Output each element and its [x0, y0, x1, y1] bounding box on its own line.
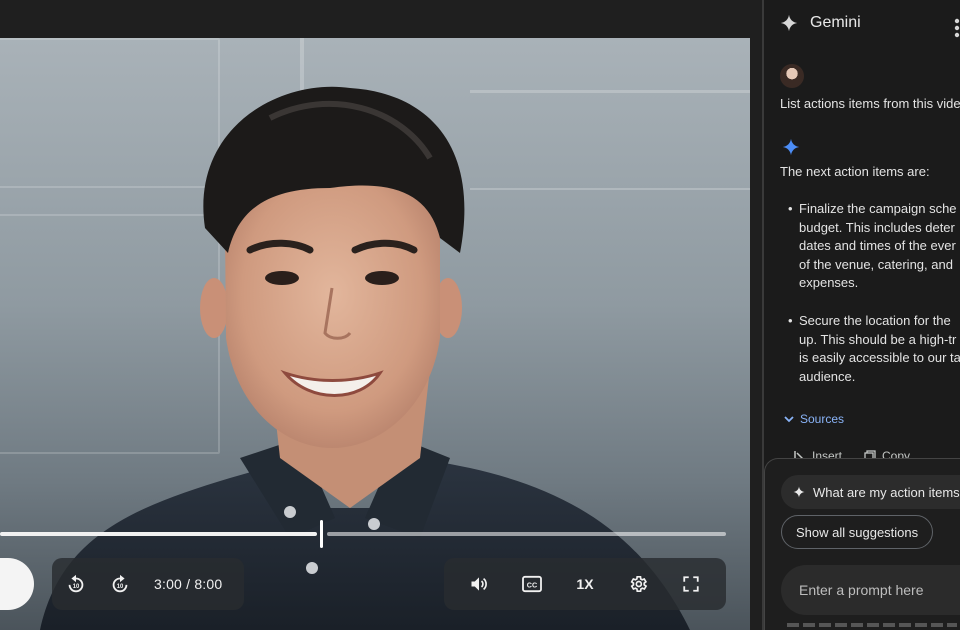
closed-captions-icon[interactable]: CC — [512, 564, 552, 604]
forward-10-icon[interactable]: 10 — [100, 564, 140, 604]
gemini-response-spark-icon — [782, 138, 800, 156]
panel-header: Gemini — [780, 14, 861, 32]
bullet-line: Finalize the campaign sche — [799, 201, 957, 216]
progress-remaining — [327, 532, 726, 536]
playback-controls: 10 10 3:00 / 8:00 — [52, 558, 244, 610]
fullscreen-icon[interactable] — [671, 564, 711, 604]
response-intro: The next action items are: — [780, 164, 930, 179]
bullet-line: dates and times of the ever — [799, 238, 956, 253]
player-settings-controls: CC 1X — [444, 558, 726, 610]
user-prompt-message: List actions items from this vide — [780, 96, 960, 111]
playback-speed-button[interactable]: 1X — [565, 564, 605, 604]
suggestion-chip-action-items[interactable]: What are my action items — [781, 475, 960, 509]
volume-icon[interactable] — [459, 564, 499, 604]
presenter-figure — [40, 86, 690, 630]
bullet-line: is easily accessible to our ta — [799, 350, 960, 365]
progress-bar[interactable] — [0, 520, 726, 548]
bullet-line: budget. This includes deter — [799, 219, 955, 235]
progress-scrubber[interactable] — [320, 520, 323, 548]
show-all-suggestions-label: Show all suggestions — [796, 524, 919, 540]
more-options-icon[interactable] — [954, 18, 960, 38]
user-avatar — [780, 64, 804, 88]
bullet-line: Secure the location for the — [799, 313, 951, 328]
gear-icon[interactable] — [618, 564, 658, 604]
bullet-line: expenses. — [799, 275, 859, 290]
bullet-dot: • — [788, 313, 793, 328]
forward-seconds: 10 — [117, 584, 124, 590]
chevron-down-icon — [784, 416, 794, 423]
speed-label: 1X — [576, 576, 594, 592]
sources-toggle[interactable]: Sources — [784, 412, 844, 426]
suggestions-sheet: What are my action items Show all sugges… — [764, 458, 960, 630]
suggestion-chip-label: What are my action items — [813, 484, 960, 500]
top-bar — [0, 0, 762, 38]
gemini-side-panel: Gemini List actions items from this vide… — [762, 0, 960, 630]
time-display: 3:00 / 8:00 — [154, 576, 223, 592]
bullet-line: up. This should be a high-tr — [799, 331, 957, 347]
replay-10-icon[interactable]: 10 — [56, 564, 96, 604]
gemini-spark-icon — [793, 486, 805, 498]
video-player[interactable]: 10 10 3:00 / 8:00 CC 1X — [0, 38, 750, 630]
captions-label: CC — [527, 581, 537, 590]
rewind-seconds: 10 — [73, 584, 80, 590]
sources-label: Sources — [800, 412, 845, 426]
bullet-line: audience. — [799, 368, 856, 384]
prompt-input[interactable] — [799, 582, 960, 598]
progress-played — [0, 532, 317, 536]
show-all-suggestions-button[interactable]: Show all suggestions — [781, 515, 934, 549]
disclaimer-text-peek — [787, 623, 957, 627]
panel-title: Gemini — [810, 14, 861, 31]
gemini-spark-icon — [780, 14, 798, 32]
bullet-dot: • — [788, 201, 793, 216]
prompt-box[interactable] — [781, 565, 960, 615]
bullet-line: of the venue, catering, and — [799, 256, 953, 272]
